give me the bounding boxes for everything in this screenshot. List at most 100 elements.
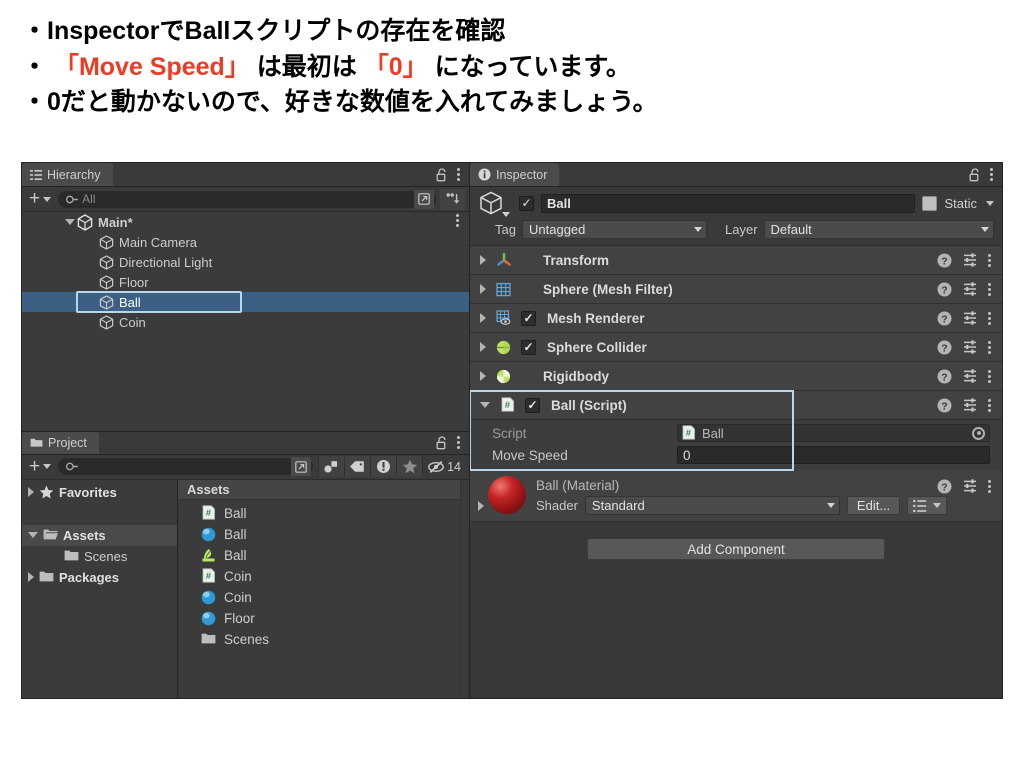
preset-settings-icon[interactable] (963, 310, 977, 326)
hierarchy-item-floor[interactable]: Floor (22, 272, 469, 292)
static-checkbox[interactable] (922, 195, 938, 211)
script-object-field[interactable]: # Ball (677, 424, 990, 442)
kebab-menu-icon[interactable] (988, 369, 991, 383)
warning-filter-icon[interactable] (371, 456, 397, 477)
hierarchy-item-directionallight[interactable]: Directional Light (22, 252, 469, 272)
component-row-spheremeshfilter[interactable]: Sphere (Mesh Filter) ? (470, 275, 1002, 304)
help-icon[interactable]: ? (937, 398, 952, 413)
hierarchy-item-main[interactable]: Main* (22, 212, 469, 232)
kebab-menu-icon[interactable] (988, 311, 991, 325)
foldout-closed-icon[interactable] (480, 371, 486, 381)
foldout-closed-icon[interactable] (480, 284, 486, 294)
help-icon[interactable]: ? (937, 479, 952, 494)
asset-item-ball[interactable]: # Ball (178, 503, 460, 524)
tab-inspector[interactable]: Inspector (470, 163, 560, 186)
project-scrollbar[interactable] (460, 479, 469, 698)
component-row-meshrenderer[interactable]: ✓ Mesh Renderer ? (470, 304, 1002, 333)
asset-item-coin[interactable]: # Coin (178, 566, 460, 587)
asset-item-coin[interactable]: Coin (178, 587, 460, 608)
preset-settings-icon[interactable] (963, 478, 977, 494)
project-asset-list[interactable]: # Ball Ball Ball # Coin Coin Floor Scenes (178, 500, 460, 699)
foldout-closed-icon[interactable] (480, 255, 486, 265)
kebab-menu-icon[interactable] (457, 436, 460, 449)
preset-settings-icon[interactable] (963, 339, 977, 355)
preset-settings-icon[interactable] (963, 281, 977, 297)
edit-shader-button[interactable]: Edit... (846, 496, 901, 515)
preset-settings-icon[interactable] (963, 368, 977, 384)
open-in-new-icon[interactable] (291, 457, 312, 476)
component-row-rigidbody[interactable]: Rigidbody ? (470, 362, 1002, 391)
foldout-closed-icon[interactable] (478, 501, 484, 511)
component-row-ball-script[interactable]: # ✓ Ball (Script) ? (470, 391, 1002, 420)
create-asset-button[interactable]: + (26, 457, 54, 476)
kebab-menu-icon[interactable] (988, 282, 991, 296)
kebab-menu-icon[interactable] (988, 253, 991, 267)
sort-icon[interactable] (440, 188, 465, 210)
project-tree-item-favorites[interactable]: Favorites (22, 482, 177, 503)
hidden-assets-count[interactable]: 14 (423, 460, 465, 474)
project-tree-item-scenes[interactable]: Scenes (22, 546, 177, 567)
help-icon[interactable]: ? (937, 311, 952, 326)
tab-project[interactable]: Project (22, 431, 99, 454)
component-enabled-checkbox[interactable]: ✓ (521, 310, 536, 326)
move-speed-input[interactable]: 0 (677, 446, 990, 464)
kebab-menu-icon[interactable] (456, 214, 459, 227)
foldout-closed-icon[interactable] (28, 487, 34, 497)
asset-item-ball[interactable]: Ball (178, 524, 460, 545)
label-filter-icon[interactable] (345, 456, 371, 477)
component-enabled-checkbox[interactable]: ✓ (525, 397, 540, 413)
foldout-open-icon[interactable] (65, 219, 75, 225)
kebab-menu-icon[interactable] (988, 479, 991, 493)
foldout-closed-icon[interactable] (28, 572, 34, 582)
asset-item-ball[interactable]: Ball (178, 545, 460, 566)
lock-open-icon[interactable] (969, 167, 981, 182)
kebab-menu-icon[interactable] (990, 168, 993, 181)
hierarchy-item-coin[interactable]: Coin (22, 312, 469, 332)
material-foldout[interactable] (470, 476, 486, 515)
kebab-menu-icon[interactable] (457, 168, 460, 181)
lock-open-icon[interactable] (436, 167, 448, 182)
gameobject-name-field[interactable]: Ball (541, 193, 916, 213)
component-row-transform[interactable]: Transform ? (470, 246, 1002, 275)
hierarchy-item-ball[interactable]: Ball (22, 292, 469, 312)
add-component-button[interactable]: Add Component (587, 538, 885, 560)
layer-dropdown[interactable]: Default (763, 220, 994, 239)
open-in-new-icon[interactable] (414, 189, 434, 209)
lock-open-icon[interactable] (436, 435, 448, 450)
hierarchy-tree[interactable]: Main* Main Camera Directional Light Floor Ba… (22, 212, 469, 431)
tab-hierarchy[interactable]: Hierarchy (22, 163, 113, 186)
material-section[interactable]: Ball (Material) Shader Standard Edit... … (470, 471, 1002, 522)
asset-item-scenes[interactable]: Scenes (178, 629, 460, 650)
help-icon[interactable]: ? (937, 340, 952, 355)
component-row-spherecollider[interactable]: ✓ Sphere Collider ? (470, 333, 1002, 362)
project-folder-tree[interactable]: Favorites Assets Scenes Packages (22, 479, 178, 698)
tag-dropdown[interactable]: Untagged (522, 220, 707, 239)
foldout-closed-icon[interactable] (480, 313, 486, 323)
create-gameobject-button[interactable]: + (26, 189, 54, 209)
shader-dropdown[interactable]: Standard (584, 496, 840, 515)
preset-settings-icon[interactable] (963, 252, 977, 268)
kebab-menu-icon[interactable] (988, 340, 991, 354)
foldout-open-icon[interactable] (28, 532, 38, 538)
property-row-script[interactable]: Script # Ball (470, 422, 1002, 444)
project-tree-item-packages[interactable]: Packages (22, 567, 177, 588)
foldout-closed-icon[interactable] (480, 342, 486, 352)
ball-script-component[interactable]: # ✓ Ball (Script) ? Script # Ball Move S… (470, 390, 1002, 471)
hierarchy-search-input[interactable]: All (58, 189, 436, 209)
asset-type-filter-icon[interactable] (319, 456, 345, 477)
static-dropdown-icon[interactable] (986, 200, 994, 206)
help-icon[interactable]: ? (937, 282, 952, 297)
favorite-star-icon[interactable] (397, 456, 423, 477)
component-enabled-checkbox[interactable]: ✓ (521, 339, 536, 355)
gameobject-enabled-checkbox[interactable]: ✓ (519, 195, 534, 211)
hierarchy-item-maincamera[interactable]: Main Camera (22, 232, 469, 252)
kebab-menu-icon[interactable] (988, 398, 991, 412)
project-tree-item-assets[interactable]: Assets (22, 524, 177, 546)
material-preset-button[interactable] (907, 496, 948, 515)
gameobject-cube-icon[interactable] (478, 188, 512, 218)
object-picker-icon[interactable] (972, 426, 985, 440)
asset-item-floor[interactable]: Floor (178, 608, 460, 629)
foldout-open-icon[interactable] (480, 402, 490, 408)
preset-settings-icon[interactable] (963, 397, 977, 413)
project-search-input[interactable] (58, 457, 314, 476)
